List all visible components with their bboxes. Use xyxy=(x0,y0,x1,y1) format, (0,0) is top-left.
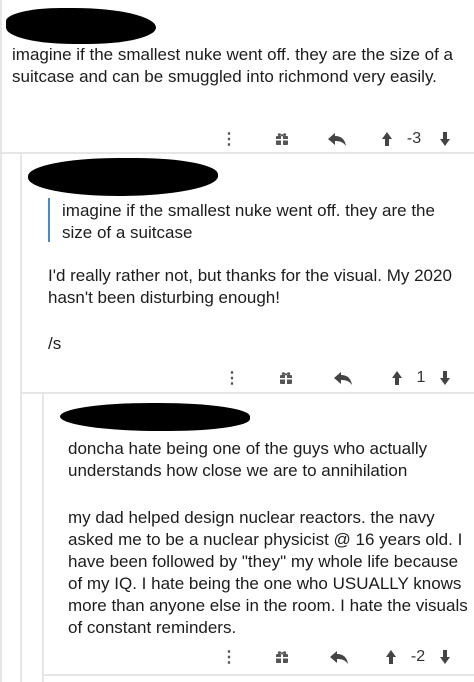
downvote-icon[interactable] xyxy=(438,368,452,388)
upvote-icon[interactable] xyxy=(384,647,398,667)
reply-icon[interactable] xyxy=(328,647,350,667)
comment-body: doncha hate being one of the guys who ac… xyxy=(68,439,428,480)
upvote-icon[interactable] xyxy=(390,368,404,388)
comment-body: I'd really rather not, but thanks for th… xyxy=(48,266,452,307)
upvote-icon[interactable] xyxy=(380,129,394,149)
redacted-username xyxy=(6,8,156,44)
vote-score: 1 xyxy=(416,369,426,386)
thread-line xyxy=(20,152,22,682)
gift-icon[interactable] xyxy=(274,647,290,667)
redacted-username xyxy=(60,403,250,431)
thread-line xyxy=(0,0,2,682)
thread-divider xyxy=(20,392,474,394)
gift-icon[interactable] xyxy=(274,129,290,149)
more-dots-icon[interactable]: ⋮ xyxy=(221,129,237,149)
reply-icon[interactable] xyxy=(326,129,348,149)
vote-score: -3 xyxy=(406,130,422,147)
comment-actions: ⋮ 1 xyxy=(0,368,474,388)
thread-line xyxy=(42,392,44,682)
more-dots-icon[interactable]: ⋮ xyxy=(221,647,237,667)
comment-actions: ⋮ -2 xyxy=(0,647,474,667)
more-dots-icon[interactable]: ⋮ xyxy=(224,368,240,388)
vote-score: -2 xyxy=(410,648,426,665)
thread-divider xyxy=(0,152,474,154)
thread-divider xyxy=(42,674,474,676)
reply-icon[interactable] xyxy=(332,368,354,388)
comment-body: imagine if the smallest nuke went off. t… xyxy=(12,45,453,86)
comment-body-continued: my dad helped design nuclear reactors. t… xyxy=(68,508,468,637)
redacted-username xyxy=(28,158,218,196)
downvote-icon[interactable] xyxy=(438,129,452,149)
comment-actions: ⋮ -3 xyxy=(0,129,474,149)
quoted-text: imagine if the smallest nuke went off. t… xyxy=(62,201,435,242)
downvote-icon[interactable] xyxy=(438,647,452,667)
comment-body-sarcasm: /s xyxy=(48,334,62,353)
gift-icon[interactable] xyxy=(278,368,294,388)
quote-bar xyxy=(48,198,50,242)
